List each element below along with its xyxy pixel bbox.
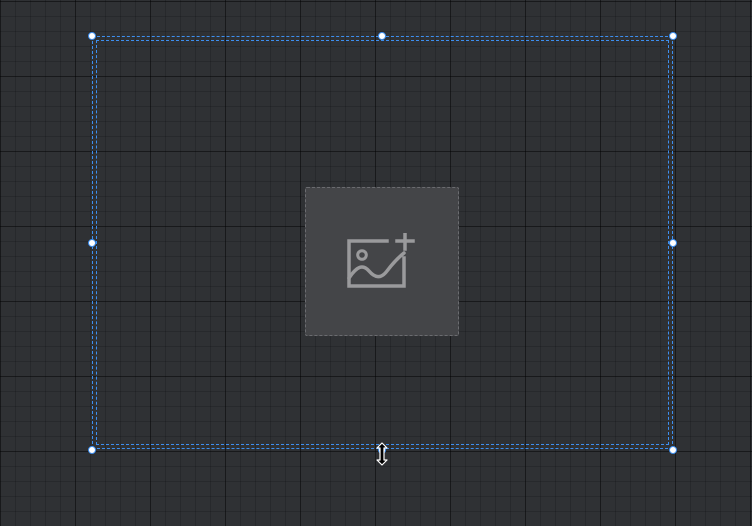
resize-handle-top[interactable] [378,32,386,40]
resize-handle-bottom-left[interactable] [88,446,96,454]
resize-handle-top-left[interactable] [88,32,96,40]
resize-vertical-cursor-icon [376,442,388,466]
add-image-icon [347,232,415,288]
resize-handle-left[interactable] [88,239,96,247]
resize-handle-right[interactable] [669,239,677,247]
resize-handle-top-right[interactable] [669,32,677,40]
image-placeholder-button[interactable] [305,187,459,336]
resize-handle-bottom-right[interactable] [669,446,677,454]
